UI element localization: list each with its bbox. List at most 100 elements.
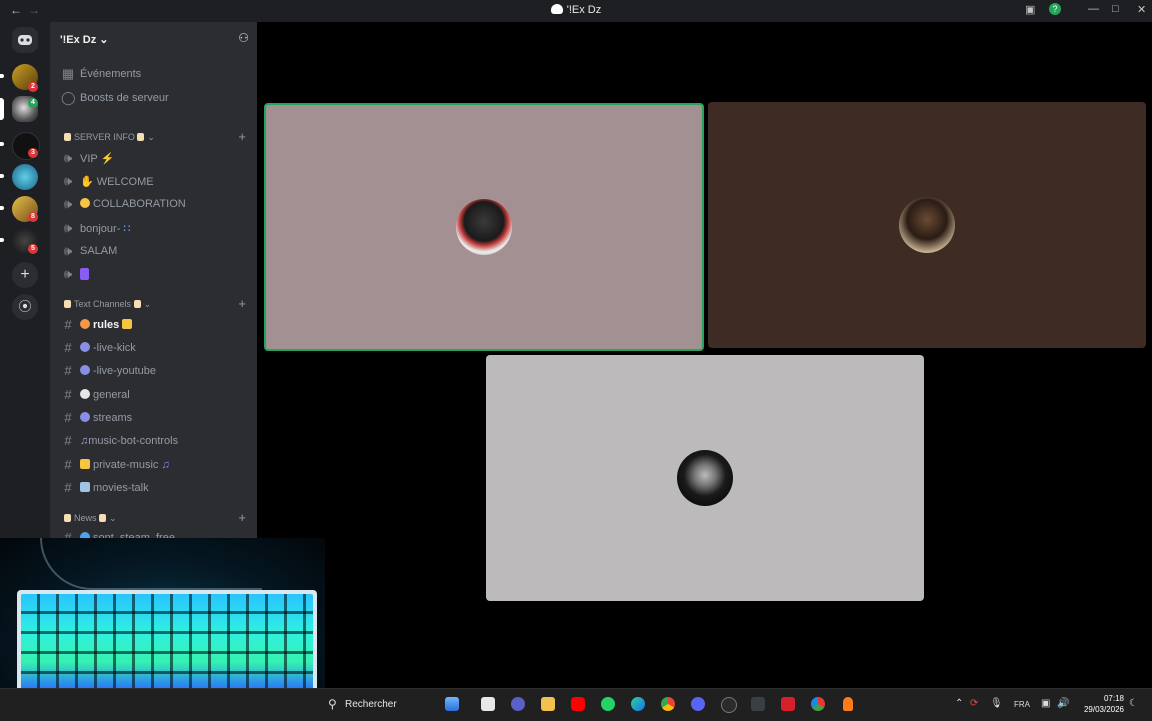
- voice-channel-vip[interactable]: 🕪 VIP ⚡: [58, 148, 248, 168]
- text-channel-live-kick[interactable]: # -live-kick: [58, 338, 248, 358]
- speech-bubble-emoji-icon: [80, 389, 90, 399]
- lock-emoji-icon: [122, 319, 133, 329]
- channel-sidebar: '!Ex Dz ⌄ ⚇ ▦ Événements ◯ Boosts de ser…: [50, 22, 257, 538]
- text-channel-music-bot-controls[interactable]: # ♫music-bot-controls: [58, 431, 248, 451]
- boost-icon: ◯: [61, 90, 76, 105]
- keyboard-cable: [40, 538, 262, 590]
- inbox-icon[interactable]: ▣: [1025, 3, 1035, 16]
- notifications-icon[interactable]: ☾: [1129, 698, 1138, 709]
- scroll-emoji-icon: [64, 514, 71, 522]
- server-logo-icon: [550, 4, 563, 14]
- voice-channel-salam[interactable]: 🕪 SALAM: [58, 241, 248, 261]
- network-icon[interactable]: ▣: [1041, 698, 1050, 709]
- server-name: '!Ex Dz ⌄: [60, 34, 109, 46]
- discord-home-icon[interactable]: [12, 27, 38, 53]
- calendar-icon: ▦: [61, 66, 75, 81]
- scroll-emoji-icon: [64, 133, 71, 141]
- discover-icon[interactable]: ⦿: [12, 294, 38, 320]
- minimize-icon[interactable]: —: [1088, 3, 1099, 15]
- text-channel-live-youtube[interactable]: # -live-youtube: [58, 361, 248, 381]
- clock-time: 07:18: [1103, 694, 1124, 703]
- voice-channel-welcome[interactable]: 🕪 ✋ WELCOME: [58, 171, 248, 191]
- file-explorer-icon[interactable]: [541, 697, 555, 711]
- search-icon: ⚲: [328, 697, 337, 711]
- microphone-app-icon[interactable]: [843, 697, 853, 711]
- hashtag-icon: #: [64, 457, 72, 472]
- browser-icon[interactable]: [811, 697, 825, 711]
- hashtag-icon: #: [64, 363, 72, 378]
- task-view-icon[interactable]: [481, 697, 495, 711]
- speaker-icon: 🕪: [63, 220, 73, 235]
- text-channel-news[interactable]: # sont_steam_free: [58, 528, 248, 538]
- mention-badge: 8: [28, 212, 38, 222]
- chat-app-icon[interactable]: [511, 697, 525, 711]
- sleep-emoji-icon: ∷: [123, 223, 131, 235]
- text-channel-rules[interactable]: # rules: [58, 315, 248, 335]
- text-channel-general[interactable]: # general: [58, 385, 248, 405]
- copilot-figure-icon[interactable]: [445, 697, 459, 711]
- close-icon[interactable]: ✕: [1137, 3, 1146, 16]
- participant-tile[interactable]: [486, 355, 924, 601]
- participant-tile[interactable]: [708, 102, 1146, 348]
- server-icon-4[interactable]: [12, 164, 38, 190]
- text-channel-movies-talk[interactable]: # movies-talk: [58, 478, 248, 498]
- create-channel-icon[interactable]: +: [238, 296, 246, 311]
- participant-avatar: [456, 199, 512, 255]
- maximize-icon[interactable]: □: [1112, 3, 1119, 15]
- category-news[interactable]: News ⌄ +: [60, 510, 250, 526]
- server-header[interactable]: '!Ex Dz ⌄ ⚇: [50, 22, 257, 56]
- show-hidden-icons-icon[interactable]: ⌃: [955, 698, 963, 709]
- add-server-icon[interactable]: +: [12, 262, 38, 288]
- music-note-emoji-icon: ♫: [80, 435, 89, 447]
- keyboard-photo: [17, 590, 317, 695]
- help-icon[interactable]: ?: [1049, 3, 1061, 15]
- edge-icon[interactable]: [631, 697, 645, 711]
- voice-channel-collaboration[interactable]: 🕪 COLLABORATION: [58, 194, 248, 214]
- speaker-icon: 🕪: [63, 150, 73, 165]
- recorder-icon[interactable]: [781, 697, 795, 711]
- taskbar-clock[interactable]: 07:18 29/03/2026: [1078, 693, 1124, 715]
- music-note-emoji-icon: ♫: [161, 459, 170, 471]
- create-channel-icon[interactable]: +: [238, 510, 246, 525]
- people-emoji-icon: [80, 412, 90, 422]
- handshake-emoji-icon: [80, 198, 90, 208]
- unread-pill: [0, 74, 4, 78]
- server-boosts-item[interactable]: ◯ Boosts de serveur: [58, 88, 248, 108]
- text-channel-private-music[interactable]: # private-music ♫: [58, 455, 248, 475]
- face-emoji-icon: [80, 319, 90, 329]
- whatsapp-icon[interactable]: [601, 697, 615, 711]
- selected-pill: [0, 98, 4, 120]
- voice-channel-bonjour[interactable]: 🕪 bonjour- ∷: [58, 218, 248, 238]
- unread-pill: [0, 206, 4, 210]
- youtube-icon[interactable]: [571, 697, 585, 711]
- window-title: '!Ex Dz: [0, 4, 1152, 16]
- wave-emoji-icon: ✋: [80, 176, 94, 188]
- mic-icon[interactable]: 🎙: [990, 698, 1003, 709]
- taskbar-search[interactable]: ⚲ Rechercher: [328, 694, 458, 716]
- scroll-emoji-icon: [137, 133, 145, 141]
- discord-icon[interactable]: [691, 697, 705, 711]
- hashtag-icon: #: [64, 340, 72, 355]
- voice-channel-emoji[interactable]: 🕪: [58, 264, 248, 284]
- settings-icon[interactable]: [721, 697, 737, 713]
- category-text-channels[interactable]: Text Channels ⌄ +: [60, 296, 250, 312]
- unread-pill: [0, 142, 4, 146]
- speaker-icon: 🕪: [63, 196, 73, 211]
- category-server-info[interactable]: SERVER INFO ⌄ +: [60, 129, 250, 145]
- mention-badge: 2: [28, 82, 38, 92]
- terminal-icon[interactable]: [751, 697, 765, 711]
- hashtag-icon: #: [64, 387, 72, 402]
- text-channel-streams[interactable]: # streams: [58, 408, 248, 428]
- create-channel-icon[interactable]: +: [238, 129, 246, 144]
- events-item[interactable]: ▦ Événements: [58, 64, 248, 84]
- language-indicator[interactable]: FRA: [1014, 700, 1030, 709]
- sync-icon[interactable]: ⟳: [970, 698, 978, 709]
- windows-taskbar: ⚲ Rechercher ⌃ ⟳ 🎙 FRA ▣ 🔊 07:18 29/03/2…: [0, 688, 1152, 721]
- participant-tile-speaking[interactable]: [264, 103, 704, 351]
- participant-avatar: [677, 450, 733, 506]
- chrome-icon[interactable]: [661, 697, 675, 711]
- volume-icon[interactable]: 🔊: [1057, 698, 1069, 709]
- invite-people-icon[interactable]: ⚇: [238, 31, 249, 45]
- scroll-emoji-icon: [133, 300, 141, 308]
- scroll-emoji-icon: [64, 300, 71, 308]
